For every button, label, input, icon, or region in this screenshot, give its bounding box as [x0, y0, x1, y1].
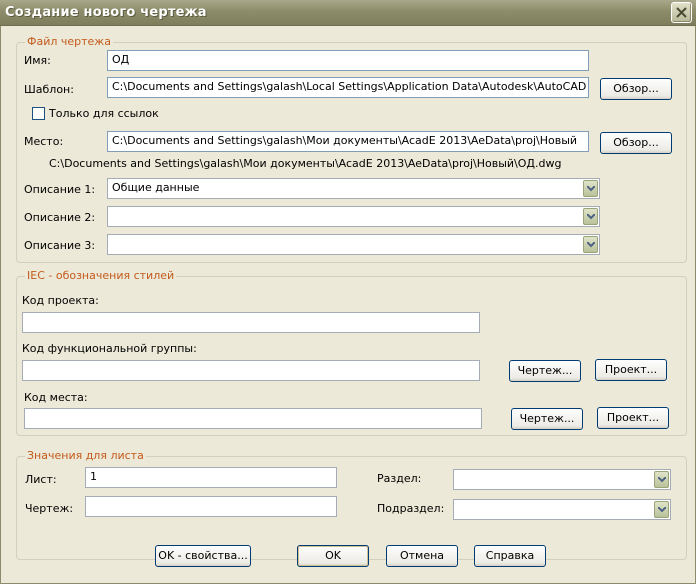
- chevron-down-icon: [587, 214, 595, 220]
- section-combo[interactable]: [453, 469, 671, 490]
- subsection-label: Подраздел:: [377, 502, 444, 515]
- drawing-label: Чертеж:: [25, 502, 73, 515]
- file-group: Файл чертежа: [16, 42, 687, 263]
- name-field[interactable]: ОД: [107, 50, 589, 71]
- desc1-value: Общие данные: [112, 181, 199, 194]
- section-dropdown-button[interactable]: [654, 471, 669, 488]
- chevron-down-icon: [587, 242, 595, 248]
- drawing-field[interactable]: [85, 496, 337, 517]
- desc1-dropdown-button[interactable]: [583, 180, 598, 197]
- dialog-body: Файл чертежа Имя: ОД Шаблон: C:\Document…: [0, 26, 696, 584]
- desc2-dropdown-button[interactable]: [583, 208, 598, 225]
- desc2-label: Описание 2:: [24, 211, 95, 224]
- full-path-text: C:\Documents and Settings\galash\Мои док…: [49, 157, 561, 170]
- chevron-down-icon: [658, 477, 666, 483]
- sheet-group-legend: Значения для листа: [25, 449, 146, 462]
- project-code-field[interactable]: [22, 312, 480, 333]
- name-label: Имя:: [24, 54, 51, 67]
- template-browse-button[interactable]: Обзор...: [600, 78, 672, 100]
- file-group-legend: Файл чертежа: [25, 35, 113, 48]
- reference-only-label: Только для ссылок: [49, 107, 159, 120]
- desc3-label: Описание 3:: [24, 239, 95, 252]
- ok-button[interactable]: OK: [297, 545, 369, 567]
- chevron-down-icon: [587, 186, 595, 192]
- close-icon: [676, 7, 687, 18]
- function-project-button[interactable]: Проект...: [595, 359, 667, 381]
- ok-properties-button[interactable]: OK - свойства...: [155, 545, 251, 567]
- subsection-combo[interactable]: [453, 499, 671, 520]
- location-project-button[interactable]: Проект...: [597, 407, 669, 429]
- desc3-combo[interactable]: [107, 234, 600, 255]
- location-field[interactable]: C:\Documents and Settings\galash\Мои док…: [107, 131, 589, 152]
- project-code-label: Код проекта:: [22, 294, 99, 307]
- location-drawing-button[interactable]: Чертеж...: [511, 408, 583, 430]
- location-browse-button[interactable]: Обзор...: [600, 132, 672, 154]
- desc1-combo[interactable]: Общие данные: [107, 178, 600, 199]
- title-bar: Создание нового чертежа: [0, 0, 696, 26]
- desc3-dropdown-button[interactable]: [583, 236, 598, 253]
- help-button[interactable]: Справка: [474, 545, 546, 567]
- function-drawing-button[interactable]: Чертеж...: [509, 360, 581, 382]
- sheet-label: Лист:: [25, 473, 57, 486]
- section-label: Раздел:: [377, 472, 421, 485]
- desc1-label: Описание 1:: [24, 183, 95, 196]
- function-code-label: Код функциональной группы:: [22, 342, 197, 355]
- desc2-combo[interactable]: [107, 206, 600, 227]
- subsection-dropdown-button[interactable]: [654, 501, 669, 518]
- location-code-field[interactable]: [24, 408, 482, 429]
- template-label: Шаблон:: [24, 83, 74, 96]
- template-field[interactable]: C:\Documents and Settings\galash\Local S…: [107, 77, 589, 98]
- chevron-down-icon: [658, 507, 666, 513]
- reference-only-checkbox[interactable]: [32, 107, 45, 120]
- location-code-label: Код места:: [24, 391, 88, 404]
- location-label: Место:: [24, 135, 63, 148]
- window-title: Создание нового чертежа: [5, 5, 207, 20]
- cancel-button[interactable]: Отмена: [386, 545, 458, 567]
- close-button[interactable]: [671, 2, 692, 23]
- function-code-field[interactable]: [22, 360, 480, 381]
- iec-group-legend: IEC - обозначения стилей: [25, 269, 176, 282]
- sheet-field[interactable]: 1: [85, 467, 337, 488]
